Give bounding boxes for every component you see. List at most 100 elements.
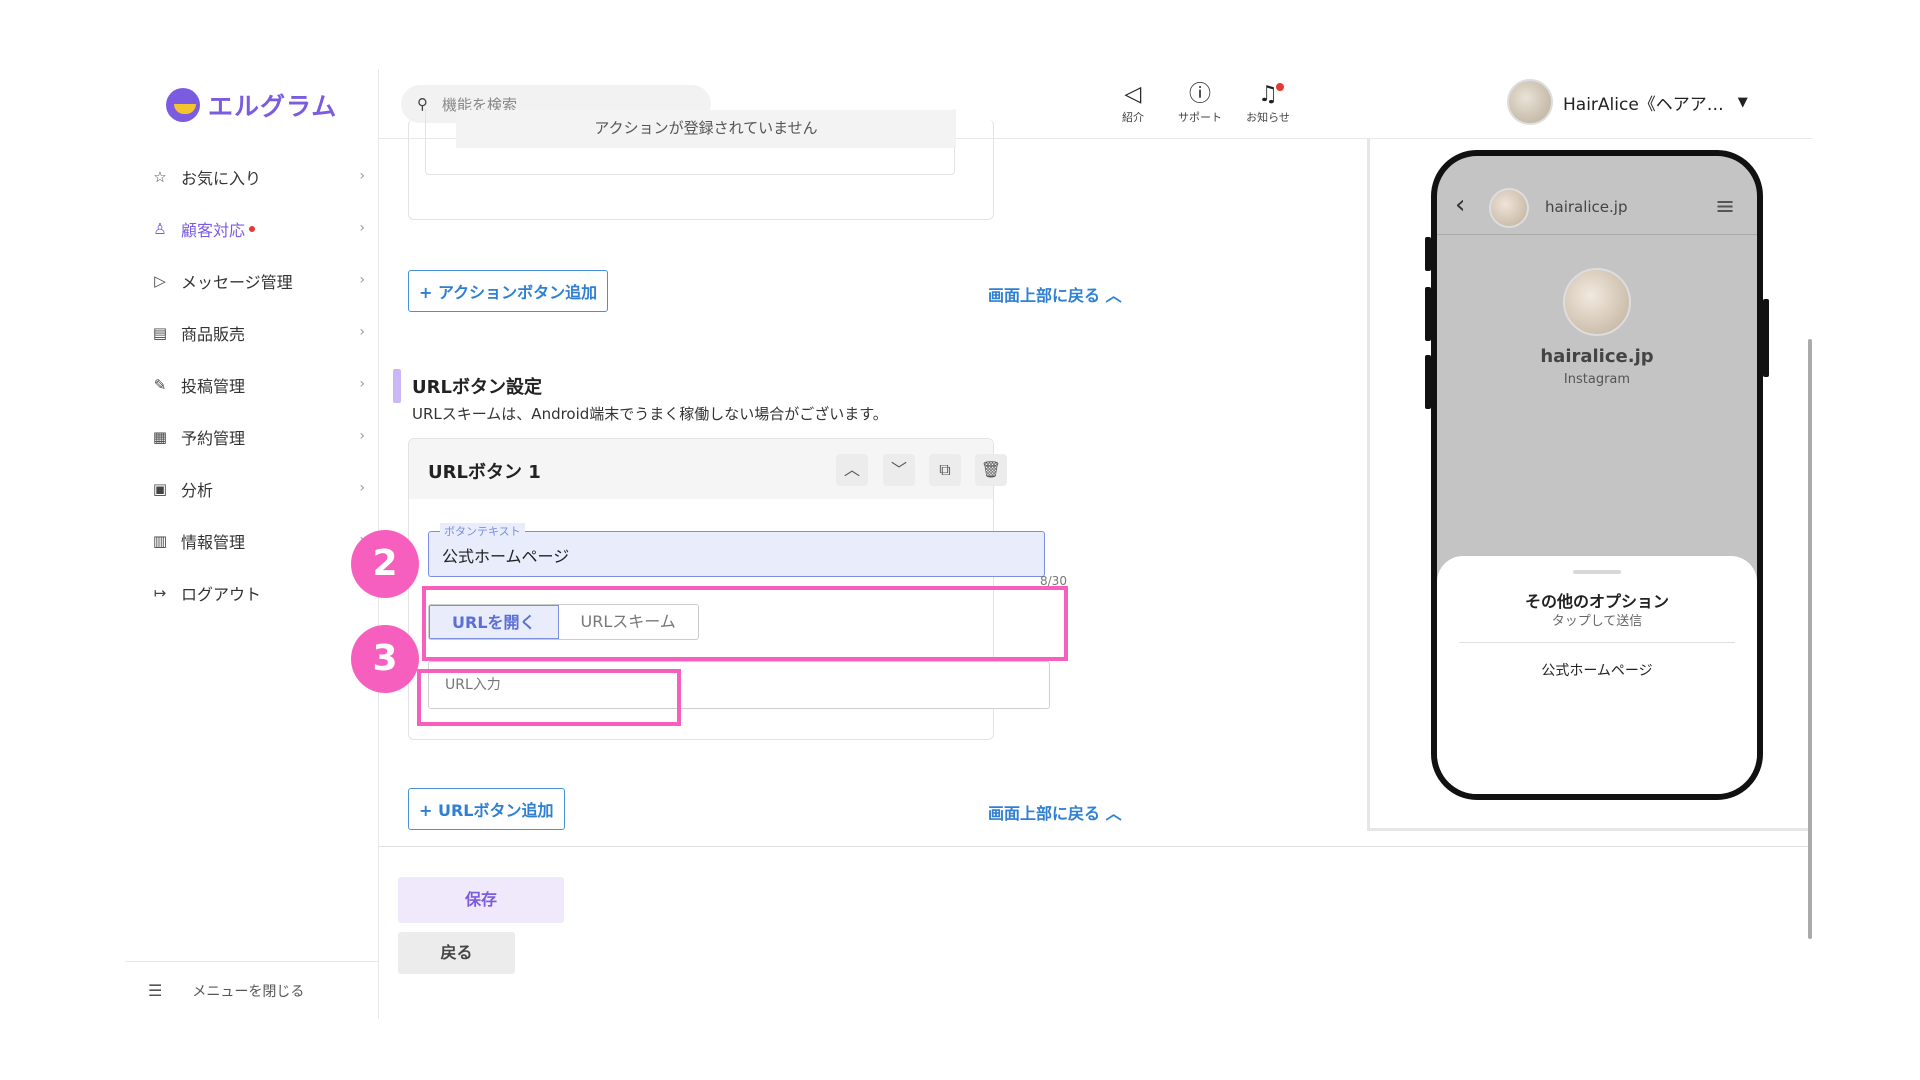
- sheet-grip: [1573, 570, 1621, 574]
- menu-collapse-icon: ☰: [148, 981, 163, 1000]
- sidebar-item-label: 予約管理: [181, 429, 246, 448]
- sidebar-item-label: 情報管理: [181, 533, 246, 552]
- user-menu[interactable]: HairAlice《ヘアア… ▼: [1507, 79, 1748, 125]
- step-badge-3: 3: [351, 625, 419, 693]
- empty-message: アクションが登録されていません: [456, 110, 956, 148]
- action-card: アクションが登録されていません: [408, 109, 994, 220]
- edit-icon: ✎: [153, 376, 167, 394]
- preview-profile-sub: Instagram: [1563, 372, 1631, 387]
- sidebar-item-label: メッセージ管理: [181, 273, 293, 292]
- sidebar: エルグラム ☆ お気に入り › ♙ 顧客対応 › ▷ メッセージ管理 › ▤ 商…: [126, 69, 379, 1019]
- sidebar-item-label: 商品販売: [181, 325, 246, 344]
- profile-avatar: [1563, 268, 1631, 336]
- chevron-right-icon: ›: [359, 376, 365, 392]
- phone-divider: [1437, 234, 1757, 235]
- preview-profile-name: hairalice.jp: [1540, 346, 1654, 367]
- sidebar-item-messages[interactable]: ▷ メッセージ管理 ›: [126, 255, 379, 307]
- back-arrow-icon: ‹: [1455, 190, 1466, 220]
- sheet-divider: [1459, 642, 1735, 643]
- sidebar-item-posts[interactable]: ✎ 投稿管理 ›: [126, 359, 379, 411]
- phone-preview: ‹ hairalice.jp ≡ hairalice.jp Instagram …: [1431, 150, 1763, 800]
- app-frame: エルグラム ☆ お気に入り › ♙ 顧客対応 › ▷ メッセージ管理 › ▤ 商…: [126, 69, 1812, 1019]
- section-description: URLスキームは、Android端末でうまく稼働しない場合がございます。: [412, 405, 888, 423]
- options-sheet: その他のオプション タップして送信 公式ホームページ: [1437, 556, 1757, 794]
- phone-header: ‹ hairalice.jp ≡: [1437, 184, 1757, 230]
- logo-text: エルグラム: [208, 92, 338, 121]
- back-to-top-link[interactable]: 画面上部に戻る ︿: [988, 800, 1122, 824]
- save-button[interactable]: 保存: [398, 877, 564, 923]
- notifications-button[interactable]: ♫ お知らせ: [1238, 81, 1298, 125]
- user-name: HairAlice《ヘアア…: [1563, 94, 1724, 115]
- close-menu-label: メニューを閉じる: [192, 983, 305, 1000]
- notification-dot: [249, 226, 256, 232]
- sidebar-nav: ☆ お気に入り › ♙ 顧客対応 › ▷ メッセージ管理 › ▤ 商品販売 ›: [126, 151, 379, 619]
- chart-icon: ▥: [152, 532, 168, 550]
- star-icon: ☆: [153, 168, 167, 186]
- highlight-url-toggle: [417, 669, 681, 726]
- main-content: アクションが登録されていません + アクションボタン追加 画面上部に戻る ︿ U…: [351, 109, 1812, 1019]
- logo-mark-icon: [166, 88, 200, 122]
- sheet-subtitle: タップして送信: [1551, 614, 1643, 629]
- phone-side-button: [1763, 299, 1769, 377]
- app-logo[interactable]: エルグラム: [166, 87, 337, 123]
- hamburger-icon: ≡: [1715, 192, 1736, 220]
- calendar-icon: ▦: [152, 428, 168, 446]
- sidebar-item-customer[interactable]: ♙ 顧客対応 ›: [126, 203, 379, 255]
- person-icon: ♙: [153, 220, 167, 238]
- logout-icon: ↦: [153, 584, 167, 602]
- preview-panel: ‹ hairalice.jp ≡ hairalice.jp Instagram …: [1367, 139, 1812, 831]
- store-icon: ▤: [152, 324, 168, 342]
- move-up-icon[interactable]: ︿: [836, 454, 868, 486]
- sheet-title: その他のオプション: [1524, 592, 1669, 611]
- button-text-value: 公式ホームページ: [442, 547, 570, 566]
- action-list: アクションが登録されていません: [425, 109, 956, 175]
- sidebar-item-logout[interactable]: ↦ ログアウト: [126, 567, 379, 619]
- sidebar-item-label: 顧客対応: [181, 221, 246, 240]
- chevron-right-icon: ›: [359, 220, 365, 236]
- chevron-right-icon: ›: [359, 272, 365, 288]
- back-to-top-link[interactable]: 画面上部に戻る ︿: [988, 282, 1122, 306]
- copy-icon[interactable]: ⧉: [929, 454, 961, 486]
- help-icon: ⓘ: [1188, 82, 1211, 107]
- close-menu-button[interactable]: ☰ メニューを閉じる: [126, 961, 379, 1019]
- back-button[interactable]: 戻る: [398, 932, 515, 974]
- button-text-label: ボタンテキスト: [440, 523, 525, 539]
- add-url-button[interactable]: + URLボタン追加: [408, 788, 565, 830]
- referral-label: 紹介: [1122, 111, 1144, 124]
- sidebar-item-label: ログアウト: [181, 585, 262, 604]
- url-card-title: URLボタン 1: [428, 462, 541, 483]
- send-icon: ▷: [154, 272, 166, 290]
- add-action-button[interactable]: + アクションボタン追加: [408, 270, 609, 312]
- sheet-option-homepage[interactable]: 公式ホームページ: [1437, 660, 1757, 680]
- bell-icon: ♫: [1258, 82, 1278, 107]
- chevron-right-icon: ›: [359, 428, 365, 444]
- sidebar-item-sales[interactable]: ▤ 商品販売 ›: [126, 307, 379, 359]
- url-card-header: URLボタン 1 ︿ ﹀ ⧉ 🗑: [409, 439, 1007, 499]
- move-down-icon[interactable]: ﹀: [883, 454, 915, 486]
- preview-account-name: hairalice.jp: [1545, 198, 1628, 216]
- chevron-right-icon: ›: [359, 324, 365, 340]
- sidebar-item-label: 投稿管理: [181, 377, 246, 396]
- report-icon: ▣: [152, 480, 168, 498]
- footer-divider: [379, 846, 1812, 847]
- step-badge-2: 2: [351, 530, 419, 598]
- avatar: [1507, 79, 1553, 125]
- support-button[interactable]: ⓘ サポート: [1170, 81, 1230, 125]
- chevron-right-icon: ›: [359, 480, 365, 496]
- referral-button[interactable]: ◁ 紹介: [1103, 81, 1163, 125]
- chevron-right-icon: ›: [359, 168, 365, 184]
- avatar: [1489, 188, 1529, 228]
- notifications-label: お知らせ: [1246, 111, 1290, 124]
- button-text-field[interactable]: ボタンテキスト 公式ホームページ: [428, 523, 1045, 577]
- sidebar-item-reservations[interactable]: ▦ 予約管理 ›: [126, 411, 379, 463]
- sidebar-item-label: お気に入り: [181, 169, 262, 188]
- delete-icon[interactable]: 🗑: [975, 454, 1007, 486]
- sidebar-item-info[interactable]: ▥ 情報管理 ›: [126, 515, 379, 567]
- sidebar-item-favorites[interactable]: ☆ お気に入り ›: [126, 151, 379, 203]
- sidebar-item-analytics[interactable]: ▣ 分析 ›: [126, 463, 379, 515]
- page-scrollbar[interactable]: [1808, 339, 1812, 939]
- notification-dot: [1276, 83, 1284, 91]
- caret-down-icon: ▼: [1737, 94, 1748, 110]
- section-title: URLボタン設定: [412, 377, 542, 398]
- sidebar-item-label: 分析: [181, 481, 214, 500]
